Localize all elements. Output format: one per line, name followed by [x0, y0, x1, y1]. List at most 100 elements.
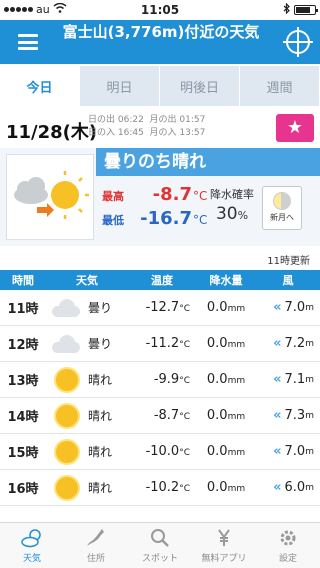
- wind-direction-icon: «: [273, 372, 282, 387]
- header-rain: 降水量: [209, 274, 243, 287]
- tabbar-weather[interactable]: 天気: [0, 523, 64, 568]
- sun-icon: [46, 476, 88, 499]
- table-row: 16時 晴れ -10.2°C 0.0mm «6.0 m: [0, 470, 320, 506]
- row-time: 15時: [7, 446, 39, 461]
- header-temp: 温度: [151, 274, 173, 287]
- bluetooth-icon: [283, 2, 290, 17]
- row-rain: 0.0mm: [206, 300, 246, 315]
- status-right: [283, 2, 318, 17]
- menu-button[interactable]: [0, 20, 56, 64]
- tabbar-spot[interactable]: スポット: [128, 523, 192, 568]
- day-tabs: 今日 明日 明後日 週間: [0, 66, 320, 106]
- tabbar-free-apps[interactable]: 無料アプリ: [192, 523, 256, 568]
- wind-direction-icon: «: [273, 444, 282, 459]
- weather-icon: [20, 527, 44, 549]
- search-icon: [148, 527, 172, 549]
- row-wind: «7.2 m: [273, 336, 314, 351]
- rain-unit: %: [237, 209, 249, 222]
- gear-icon: [276, 527, 300, 549]
- moon-label: 新月へ: [270, 213, 294, 222]
- tab-tomorrow[interactable]: 明日: [80, 66, 160, 106]
- date-label: 11/28(木): [6, 122, 98, 143]
- hourly-table: 11時 曇り -12.7°C 0.0mm «7.0 m 12時 曇り -11.2°C 0.0mm «…: [0, 290, 320, 506]
- sun-icon: [46, 440, 88, 463]
- header-weather: 天気: [76, 274, 98, 287]
- tabbar-free-apps-label: 無料アプリ: [201, 554, 247, 564]
- row-wind: «6.0 m: [273, 480, 314, 495]
- wind-direction-icon: «: [273, 408, 282, 423]
- row-condition: 晴れ: [88, 481, 113, 495]
- bottom-tab-bar: 天気 住所 スポット 無料アプリ 設定: [0, 522, 320, 568]
- status-bar: au 11:05: [0, 0, 320, 20]
- sun-icon: [46, 368, 88, 391]
- updated-time: 11時更新: [267, 256, 310, 267]
- sunset-time: 日の入 16:45: [88, 128, 144, 138]
- row-wind: «7.0 m: [273, 444, 314, 459]
- row-temp: -10.0°C: [145, 444, 190, 459]
- moonrise-time: 月の出 01:57: [149, 115, 206, 125]
- temperature-range: 最高 -8.7 °C 最低 -16.7 °C: [102, 184, 207, 232]
- location-target-icon[interactable]: [283, 27, 313, 57]
- row-temp: -12.7°C: [145, 300, 190, 315]
- japan-map-icon: [84, 527, 108, 549]
- row-condition: 晴れ: [88, 445, 113, 459]
- header-wind: 風: [282, 274, 294, 287]
- cloud-icon: [46, 334, 88, 353]
- clock: 11:05: [140, 3, 180, 17]
- app-header: 富士山(3,776m)付近の天気: [0, 20, 320, 64]
- sun-icon: [46, 404, 88, 427]
- sunrise-time: 日の出 06:22: [88, 115, 144, 125]
- yen-icon: [212, 527, 236, 549]
- star-icon: ★: [286, 117, 304, 138]
- table-row: 15時 晴れ -10.0°C 0.0mm «7.0 m: [0, 434, 320, 470]
- row-time: 16時: [7, 482, 39, 497]
- condition-banner: 曇りのち晴れ: [96, 148, 320, 176]
- row-wind: «7.0 m: [273, 300, 314, 315]
- tab-day-after[interactable]: 明後日: [160, 66, 240, 106]
- row-temp: -9.9°C: [153, 372, 190, 387]
- tabbar-spot-label: スポット: [141, 554, 178, 564]
- row-temp: -10.2°C: [145, 480, 190, 495]
- row-condition: 曇り: [88, 337, 113, 351]
- row-wind: «7.1 m: [273, 372, 314, 387]
- table-row: 12時 曇り -11.2°C 0.0mm «7.2 m: [0, 326, 320, 362]
- row-rain: 0.0mm: [206, 480, 246, 495]
- cloud-icon: [46, 298, 88, 317]
- battery-icon: [294, 5, 318, 15]
- row-condition: 曇り: [88, 301, 113, 315]
- wind-direction-icon: «: [273, 480, 282, 495]
- favorite-star-button[interactable]: ★: [276, 114, 314, 142]
- row-condition: 晴れ: [88, 409, 113, 423]
- tabbar-settings-label: 設定: [278, 554, 297, 564]
- high-temp: -8.7: [152, 184, 192, 205]
- row-temp: -11.2°C: [145, 336, 190, 351]
- row-condition: 晴れ: [88, 373, 113, 387]
- row-rain: 0.0mm: [206, 336, 246, 351]
- low-temp: -16.7: [140, 208, 192, 229]
- tabbar-address[interactable]: 住所: [64, 523, 128, 568]
- table-row: 11時 曇り -12.7°C 0.0mm «7.0 m: [0, 290, 320, 326]
- wind-direction-icon: «: [273, 300, 282, 315]
- page-title: 富士山(3,776m)付近の天気: [62, 23, 260, 41]
- weather-summary: 曇りのち晴れ 最高 -8.7 °C 最低 -16.7 °C 降水確率 30% 新…: [0, 148, 320, 246]
- low-label: 最低: [102, 214, 124, 227]
- moonset-time: 月の入 13:57: [149, 128, 206, 138]
- rain-value: 30: [215, 204, 238, 224]
- row-rain: 0.0mm: [206, 408, 246, 423]
- sun-moon-times: 日の出 06:22 月の出 01:57 日の入 16:45 月の入 13:57: [88, 114, 205, 140]
- row-time: 14時: [7, 410, 39, 425]
- tabbar-weather-label: 天気: [22, 554, 41, 564]
- tab-weekly[interactable]: 週間: [240, 66, 320, 106]
- moon-phase-button[interactable]: 新月へ: [262, 186, 302, 230]
- tabbar-settings[interactable]: 設定: [256, 523, 320, 568]
- row-rain: 0.0mm: [206, 444, 246, 459]
- tabbar-address-label: 住所: [86, 554, 105, 564]
- wind-direction-icon: «: [273, 336, 282, 351]
- hamburger-icon: [18, 34, 38, 50]
- row-temp: -8.7°C: [153, 408, 190, 423]
- row-rain: 0.0mm: [206, 372, 246, 387]
- rain-label: 降水確率: [210, 188, 254, 201]
- high-label: 最高: [102, 190, 124, 203]
- cloudy-then-sunny-icon: [6, 154, 94, 240]
- tab-today[interactable]: 今日: [0, 66, 80, 106]
